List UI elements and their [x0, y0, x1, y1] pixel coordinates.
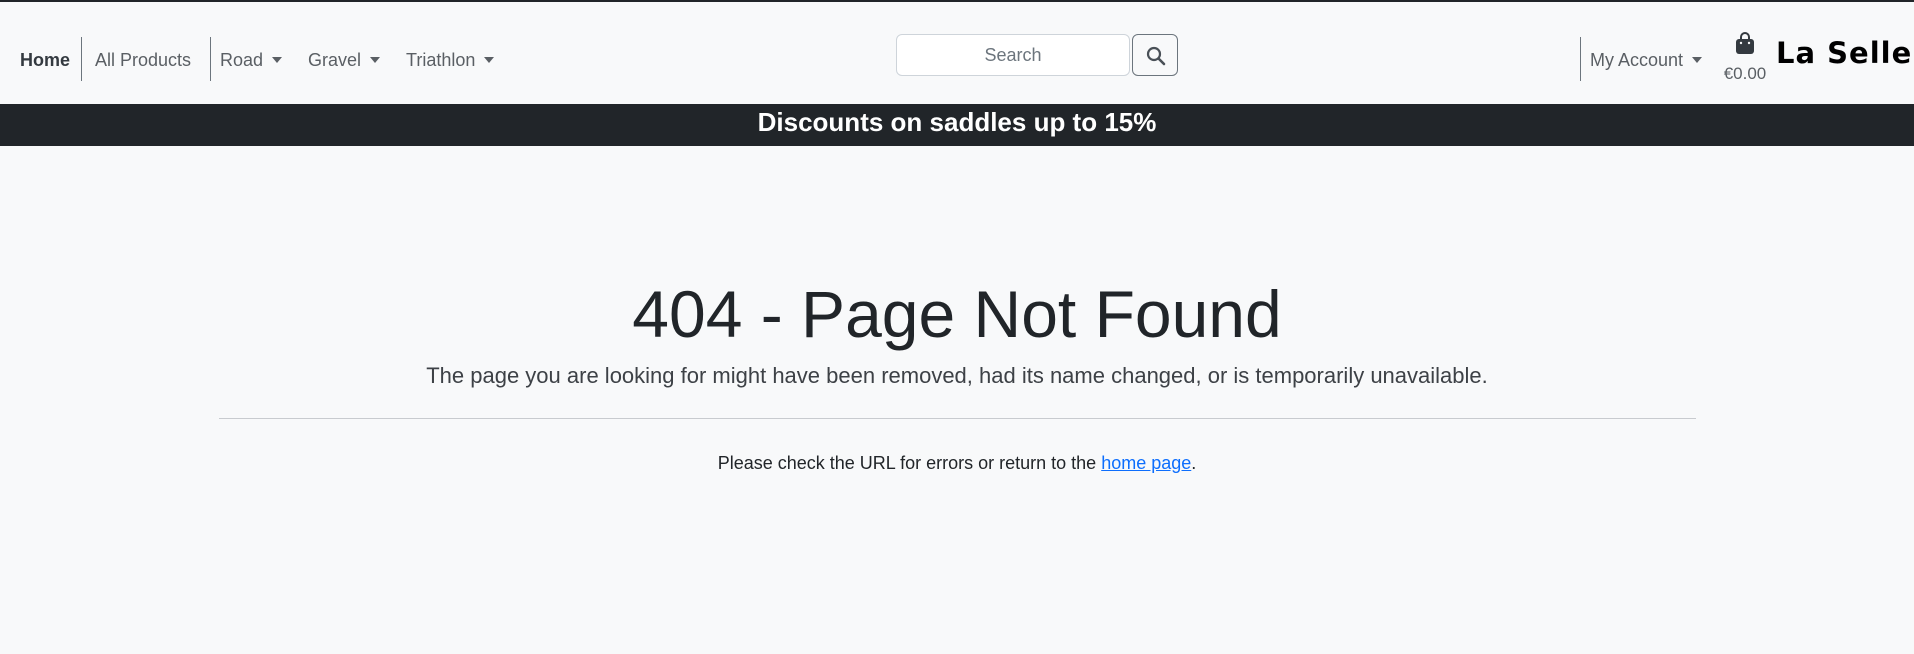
caret-down-icon: [1692, 57, 1703, 63]
home-page-link[interactable]: home page: [1101, 453, 1191, 473]
cart-button[interactable]: €0.00: [1718, 32, 1772, 88]
nav-divider: [210, 37, 211, 81]
search-input[interactable]: [896, 34, 1130, 76]
error-description: The page you are looking for might have …: [426, 363, 1488, 388]
nav-divider: [81, 37, 82, 81]
page-title: 404 - Page Not Found: [632, 277, 1282, 351]
nav-gravel-dropdown[interactable]: Gravel: [308, 49, 381, 71]
nav-road-dropdown[interactable]: Road: [220, 49, 283, 71]
search-icon: [1146, 46, 1166, 66]
navbar: Home All Products Road Gravel Triathlon …: [0, 2, 1914, 104]
my-account-dropdown[interactable]: My Account: [1590, 49, 1703, 71]
nav-triathlon-label: Triathlon: [406, 50, 476, 70]
divider: [219, 418, 1696, 419]
nav-divider: [1580, 37, 1581, 81]
nav-triathlon-dropdown[interactable]: Triathlon: [406, 49, 495, 71]
shopping-bag-icon: [1736, 32, 1754, 54]
search-button[interactable]: [1132, 34, 1178, 76]
brand-logo[interactable]: La Selle: [1776, 36, 1912, 70]
help-suffix: .: [1191, 453, 1197, 473]
nav-home[interactable]: Home: [20, 49, 70, 71]
help-prefix: Please check the URL for errors or retur…: [717, 453, 1102, 473]
cart-total: €0.00: [1723, 64, 1767, 83]
nav-road-label: Road: [220, 50, 264, 70]
caret-down-icon: [370, 57, 381, 63]
nav-all-products[interactable]: All Products: [95, 49, 191, 71]
promo-banner: Discounts on saddles up to 15%: [0, 104, 1914, 146]
help-text: Please check the URL for errors or retur…: [0, 452, 1914, 474]
nav-gravel-label: Gravel: [308, 50, 362, 70]
my-account-label: My Account: [1590, 50, 1684, 70]
caret-down-icon: [484, 57, 495, 63]
caret-down-icon: [272, 57, 283, 63]
